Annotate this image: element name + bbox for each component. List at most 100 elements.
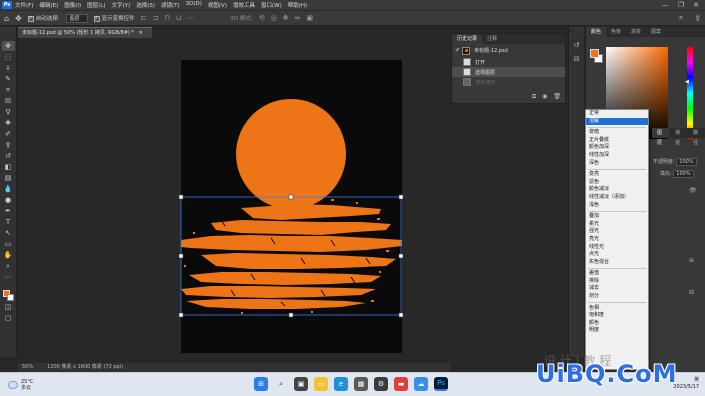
blend-mode-option[interactable]: 溶解 xyxy=(586,117,648,126)
home-icon[interactable]: ⌂ xyxy=(4,14,9,23)
auto-select-dropdown[interactable]: 图层 xyxy=(65,13,88,23)
document-tab[interactable]: 未标题-12.psd @ 50% (矩形 1 拷贝, RGB/8#) * ✕ xyxy=(18,27,152,38)
blend-mode-option[interactable]: 线性光 xyxy=(586,244,648,252)
blend-mode-option[interactable]: 线性减淡（添加） xyxy=(586,194,648,202)
history-state-open[interactable]: 打开 xyxy=(452,57,565,67)
move-tool-icon[interactable]: ✥ xyxy=(1,41,15,51)
align-right-icon[interactable]: ⊓ xyxy=(164,14,169,22)
blend-mode-option[interactable]: 线性加深 xyxy=(586,152,648,160)
tab-gradients[interactable]: 渐变 xyxy=(626,27,646,37)
opacity-input[interactable]: 100% xyxy=(676,158,697,166)
history-snapshot[interactable]: ✐ 未标题-12.psd xyxy=(452,44,565,57)
screen-mode-icon[interactable]: ▢ xyxy=(2,313,15,323)
hue-slider[interactable] xyxy=(687,47,693,139)
blend-mode-option[interactable]: 饱和度 xyxy=(586,312,648,320)
trash-icon[interactable]: 🗑 xyxy=(553,93,561,101)
menu-item[interactable]: 增效工具 xyxy=(233,1,255,9)
blend-mode-option[interactable]: 深色 xyxy=(586,160,648,168)
pen-tool-icon[interactable]: ✒ xyxy=(2,206,15,216)
blend-mode-dropdown[interactable]: 正常 溶解 变暗 正片叠底 颜色加深 线性加深 深色 变亮 滤色 颜色减淡 线性减淡（添加） 浅色 叠加… xyxy=(585,109,649,370)
blend-mode-option[interactable]: 差值 xyxy=(586,270,648,278)
menu-item[interactable]: 文件(F) xyxy=(15,1,33,9)
3d-rotate-icon[interactable]: ⟲ xyxy=(259,14,265,22)
blend-mode-option[interactable]: 变亮 xyxy=(586,171,648,179)
blend-mode-option[interactable]: 点光 xyxy=(586,251,648,259)
show-transform-checkbox[interactable]: 显示变换控件 xyxy=(93,14,135,22)
3d-slide-icon[interactable]: ⇔ xyxy=(295,14,301,22)
eyedropper-tool-icon[interactable]: ⚲ xyxy=(2,107,15,117)
auto-select-checkbox[interactable]: 自动选择: xyxy=(27,14,60,22)
color-panel-foreground[interactable] xyxy=(590,49,599,58)
frame-tool-icon[interactable]: ☒ xyxy=(2,96,15,106)
blend-mode-option[interactable]: 划分 xyxy=(586,293,648,301)
color-swatches[interactable] xyxy=(2,289,15,301)
menu-item[interactable]: 帮助(H) xyxy=(288,1,307,9)
maximize-icon[interactable]: ❐ xyxy=(678,1,684,9)
properties-panel-icon[interactable]: ⊟ xyxy=(569,55,584,63)
blend-mode-option[interactable]: 实色混合 xyxy=(586,259,648,267)
eraser-tool-icon[interactable]: ◧ xyxy=(2,162,15,172)
blend-mode-option[interactable]: 正常 xyxy=(586,110,648,118)
edge-icon[interactable]: e xyxy=(334,377,348,391)
menu-item[interactable]: 3D(D) xyxy=(186,1,202,9)
search-icon[interactable]: ⌕ xyxy=(679,13,683,23)
blend-mode-option[interactable]: 明度 xyxy=(586,327,648,335)
minimize-icon[interactable]: — xyxy=(662,1,669,9)
menu-item[interactable]: 视图(V) xyxy=(208,1,227,9)
tab-paths[interactable]: 路径 xyxy=(688,128,705,146)
blend-mode-option[interactable]: 颜色减淡 xyxy=(586,186,648,194)
tab-channels[interactable]: 通道 xyxy=(670,128,688,146)
new-document-icon[interactable]: ⧉ xyxy=(532,93,536,101)
align-left-icon[interactable]: ⊏ xyxy=(141,14,147,22)
file-explorer-icon[interactable]: ▭ xyxy=(314,377,328,391)
transform-box[interactable] xyxy=(176,192,408,320)
lasso-tool-icon[interactable]: ↆ xyxy=(2,63,15,73)
layer-visibility-icon[interactable]: 👁 xyxy=(689,187,697,194)
quick-mask-icon[interactable]: ◫ xyxy=(2,302,15,312)
start-icon[interactable]: ⊞ xyxy=(254,377,268,391)
blend-mode-option[interactable]: 浅色 xyxy=(586,202,648,210)
tab-swatches[interactable]: 色板 xyxy=(606,27,626,37)
brush-source-icon[interactable]: ✐ xyxy=(455,47,460,54)
search-icon[interactable]: ⌕ xyxy=(274,377,288,391)
more-tools-icon[interactable]: ⋯ xyxy=(2,272,15,282)
blend-mode-option[interactable]: 颜色加深 xyxy=(586,144,648,152)
menu-item[interactable]: 文字(Y) xyxy=(112,1,131,9)
3d-roll-icon[interactable]: ◎ xyxy=(271,14,277,22)
app-red-icon[interactable]: ▬ xyxy=(394,377,408,391)
menu-item[interactable]: 窗口(W) xyxy=(261,1,282,9)
close-tab-icon[interactable]: ✕ xyxy=(139,30,143,36)
tab-patterns[interactable]: 图案 xyxy=(646,27,666,37)
history-state-select-layer[interactable]: 选择图层 xyxy=(452,67,565,77)
layer-link-icon[interactable]: ⊖ xyxy=(689,257,694,264)
settings-icon[interactable]: ⚙ xyxy=(374,377,388,391)
blend-mode-option[interactable]: 亮光 xyxy=(586,236,648,244)
type-tool-icon[interactable]: T xyxy=(2,217,15,227)
3d-pan-icon[interactable]: ✥ xyxy=(283,14,289,22)
menu-item[interactable]: 滤镜(T) xyxy=(161,1,180,9)
path-select-icon[interactable]: ↖ xyxy=(2,228,15,238)
crop-tool-icon[interactable]: ⌗ xyxy=(2,85,15,95)
marquee-tool-icon[interactable]: ⬚ xyxy=(2,52,15,62)
fill-input[interactable]: 100% xyxy=(673,170,694,178)
align-center-icon[interactable]: ⊐ xyxy=(153,14,159,22)
blend-mode-option[interactable]: 变暗 xyxy=(586,129,648,137)
blend-mode-option[interactable]: 强光 xyxy=(586,228,648,236)
task-view-icon[interactable]: ▣ xyxy=(294,377,308,391)
background-color-swatch[interactable] xyxy=(6,294,14,301)
store-icon[interactable]: ▦ xyxy=(354,377,368,391)
distribute-icon[interactable]: ⋯ xyxy=(187,14,194,22)
blur-tool-icon[interactable]: 💧 xyxy=(2,184,15,194)
weather-widget[interactable]: 25°C 多云 xyxy=(8,379,33,391)
tab-notes[interactable]: 注释 xyxy=(482,34,502,44)
blend-mode-option[interactable]: 叠加 xyxy=(586,213,648,221)
photoshop-taskbar-icon[interactable]: Ps xyxy=(434,377,448,391)
zoom-level[interactable]: 50% xyxy=(22,363,33,372)
history-brush-icon[interactable]: ↺ xyxy=(2,151,15,161)
clone-stamp-icon[interactable]: ⚴ xyxy=(2,140,15,150)
healing-brush-icon[interactable]: ✚ xyxy=(2,118,15,128)
tab-layers[interactable]: 图层 xyxy=(652,128,670,146)
close-icon[interactable]: ✕ xyxy=(693,1,699,9)
dodge-tool-icon[interactable]: ● xyxy=(2,195,15,205)
quick-select-tool-icon[interactable]: ✎ xyxy=(2,74,15,84)
